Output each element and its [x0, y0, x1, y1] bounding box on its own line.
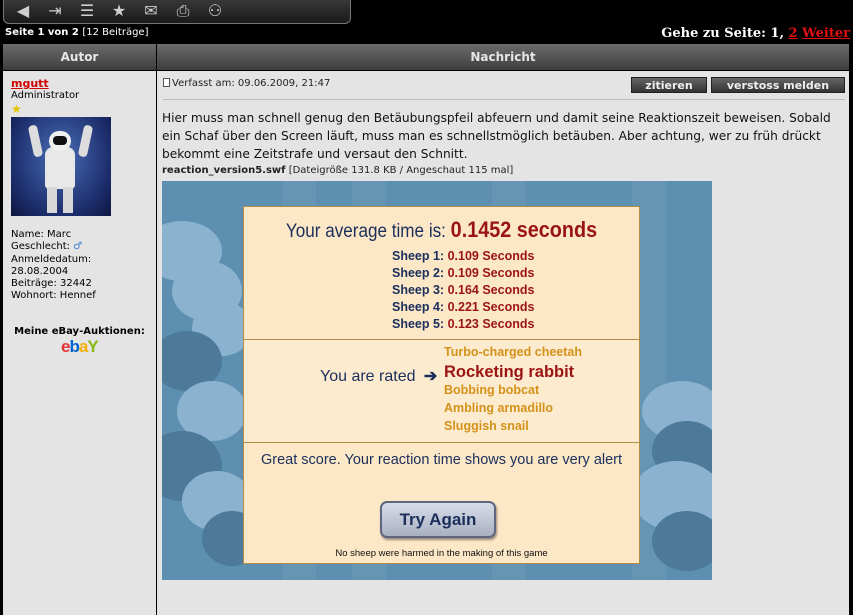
results-panel: Your average time is: 0.1452 seconds She… [243, 206, 640, 564]
attachment-meta: [Dateigröße 131.8 KB / Angeschaut 115 ma… [288, 165, 514, 176]
sheep-time-row: Sheep 1: 0.109 Seconds [392, 249, 535, 263]
author-real-name: Name: Marc [11, 229, 72, 240]
quote-button[interactable]: zitieren [631, 77, 707, 93]
next-page-link[interactable]: Weiter [802, 26, 850, 41]
game-embed[interactable]: Your average time is: 0.1452 seconds She… [162, 181, 712, 580]
male-icon: ♂ [73, 241, 83, 253]
goto-page-label: Gehe zu Seite: 1, [661, 26, 785, 41]
ebay-auctions-label: Meine eBay-Auktionen: [14, 326, 145, 337]
rank-option: Turbo-charged cheetah [444, 345, 582, 359]
author-posts: Beiträge: 32442 [11, 278, 92, 290]
star-icon[interactable]: ★ [108, 1, 130, 21]
report-button[interactable]: verstoss melden [711, 77, 845, 93]
message-column-header: Nachricht [157, 44, 849, 70]
pagination-bar: Seite 1 von 2 [12 Beiträge] Gehe zu Seit… [0, 26, 853, 42]
rank-current: Rocketing rabbit [444, 363, 575, 381]
rated-label: You are rated ➔ [320, 368, 438, 385]
post-text: Hier muss man schnell genug den Betäubun… [162, 111, 831, 161]
rank-option: Bobbing bobcat [444, 383, 540, 397]
top-toolbar-bar: ◀ ⇥ ☰ ★ ✉ ⎙ ⚇ [0, 0, 853, 26]
results-times: Your average time is: 0.1452 seconds She… [244, 207, 639, 339]
arrow-right-icon: ➔ [419, 368, 438, 385]
average-time-value: 0.1452 seconds [450, 217, 598, 242]
author-details: Name: Marc Geschlecht: ♂ Anmeldedatum: 2… [11, 229, 96, 303]
page-2-link[interactable]: 2 [789, 26, 798, 41]
rank-option: Sluggish snail [444, 419, 529, 433]
page-info-text: Seite 1 von 2 [5, 27, 79, 38]
post-meta: Verfasst am: 09.06.2009, 21:47 [163, 78, 330, 89]
avatar [11, 117, 111, 216]
author-gender: Geschlecht: ♂ [11, 241, 83, 253]
page-navigation: Gehe zu Seite: 1, 2 Weiter [661, 26, 850, 41]
average-time-label: Your average time is: [285, 221, 446, 242]
attachment-link[interactable]: reaction_version5.swf [162, 165, 286, 176]
average-time: Your average time is: 0.1452 seconds [264, 217, 620, 243]
author-name-link[interactable]: mgutt [11, 77, 49, 90]
sheep-time-row: Sheep 3: 0.164 Seconds [392, 283, 535, 297]
author-location: Wohnort: Hennef [11, 290, 96, 302]
sheep-time-row: Sheep 5: 0.123 Seconds [392, 317, 535, 331]
rating-section: You are rated ➔ Turbo-charged cheetah Ro… [244, 339, 639, 442]
score-message: Great score. Your reaction time shows yo… [260, 452, 623, 468]
try-again-button[interactable]: Try Again [380, 501, 496, 538]
author-joined-label: Anmeldedatum: [11, 253, 92, 265]
binoculars-icon[interactable]: ⚇ [204, 1, 226, 21]
back-icon[interactable]: ◀ [12, 1, 34, 21]
post-message: Verfasst am: 09.06.2009, 21:47 zitieren … [157, 71, 849, 615]
sheep-time-row: Sheep 2: 0.109 Seconds [392, 266, 535, 280]
pages-icon[interactable]: ⇥ [44, 1, 66, 21]
post-date: Verfasst am: 09.06.2009, 21:47 [172, 78, 331, 89]
envelope-icon[interactable]: ✉ [140, 1, 162, 21]
post-divider [163, 99, 845, 100]
forum-toolbar: ◀ ⇥ ☰ ★ ✉ ⎙ ⚇ [3, 0, 351, 24]
author-joined-date: 28.08.2004 [11, 265, 69, 277]
author-column-header: Autor [3, 44, 156, 70]
game-footer-note: No sheep were harmed in the making of th… [335, 548, 548, 559]
sheep-time-row: Sheep 4: 0.221 Seconds [392, 300, 535, 314]
rank-star-icon: ★ [11, 102, 22, 116]
author-profile: mgutt Administrator ★ Name: Marc Geschle… [3, 71, 156, 615]
attachment-info: reaction_version5.swf [Dateigröße 131.8 … [162, 165, 513, 176]
post-document-icon [163, 78, 170, 87]
rank-option: Ambling armadillo [444, 401, 554, 415]
print-icon[interactable]: ⎙ [172, 1, 194, 21]
post-count: [12 Beiträge] [82, 27, 149, 38]
page-info: Seite 1 von 2 [12 Beiträge] [5, 27, 149, 38]
list-reply-icon[interactable]: ☰ [76, 1, 98, 21]
author-rank: Administrator [11, 90, 80, 101]
score-section: Great score. Your reaction time shows yo… [244, 442, 639, 563]
ebay-logo-icon[interactable]: ebaY [61, 337, 99, 357]
